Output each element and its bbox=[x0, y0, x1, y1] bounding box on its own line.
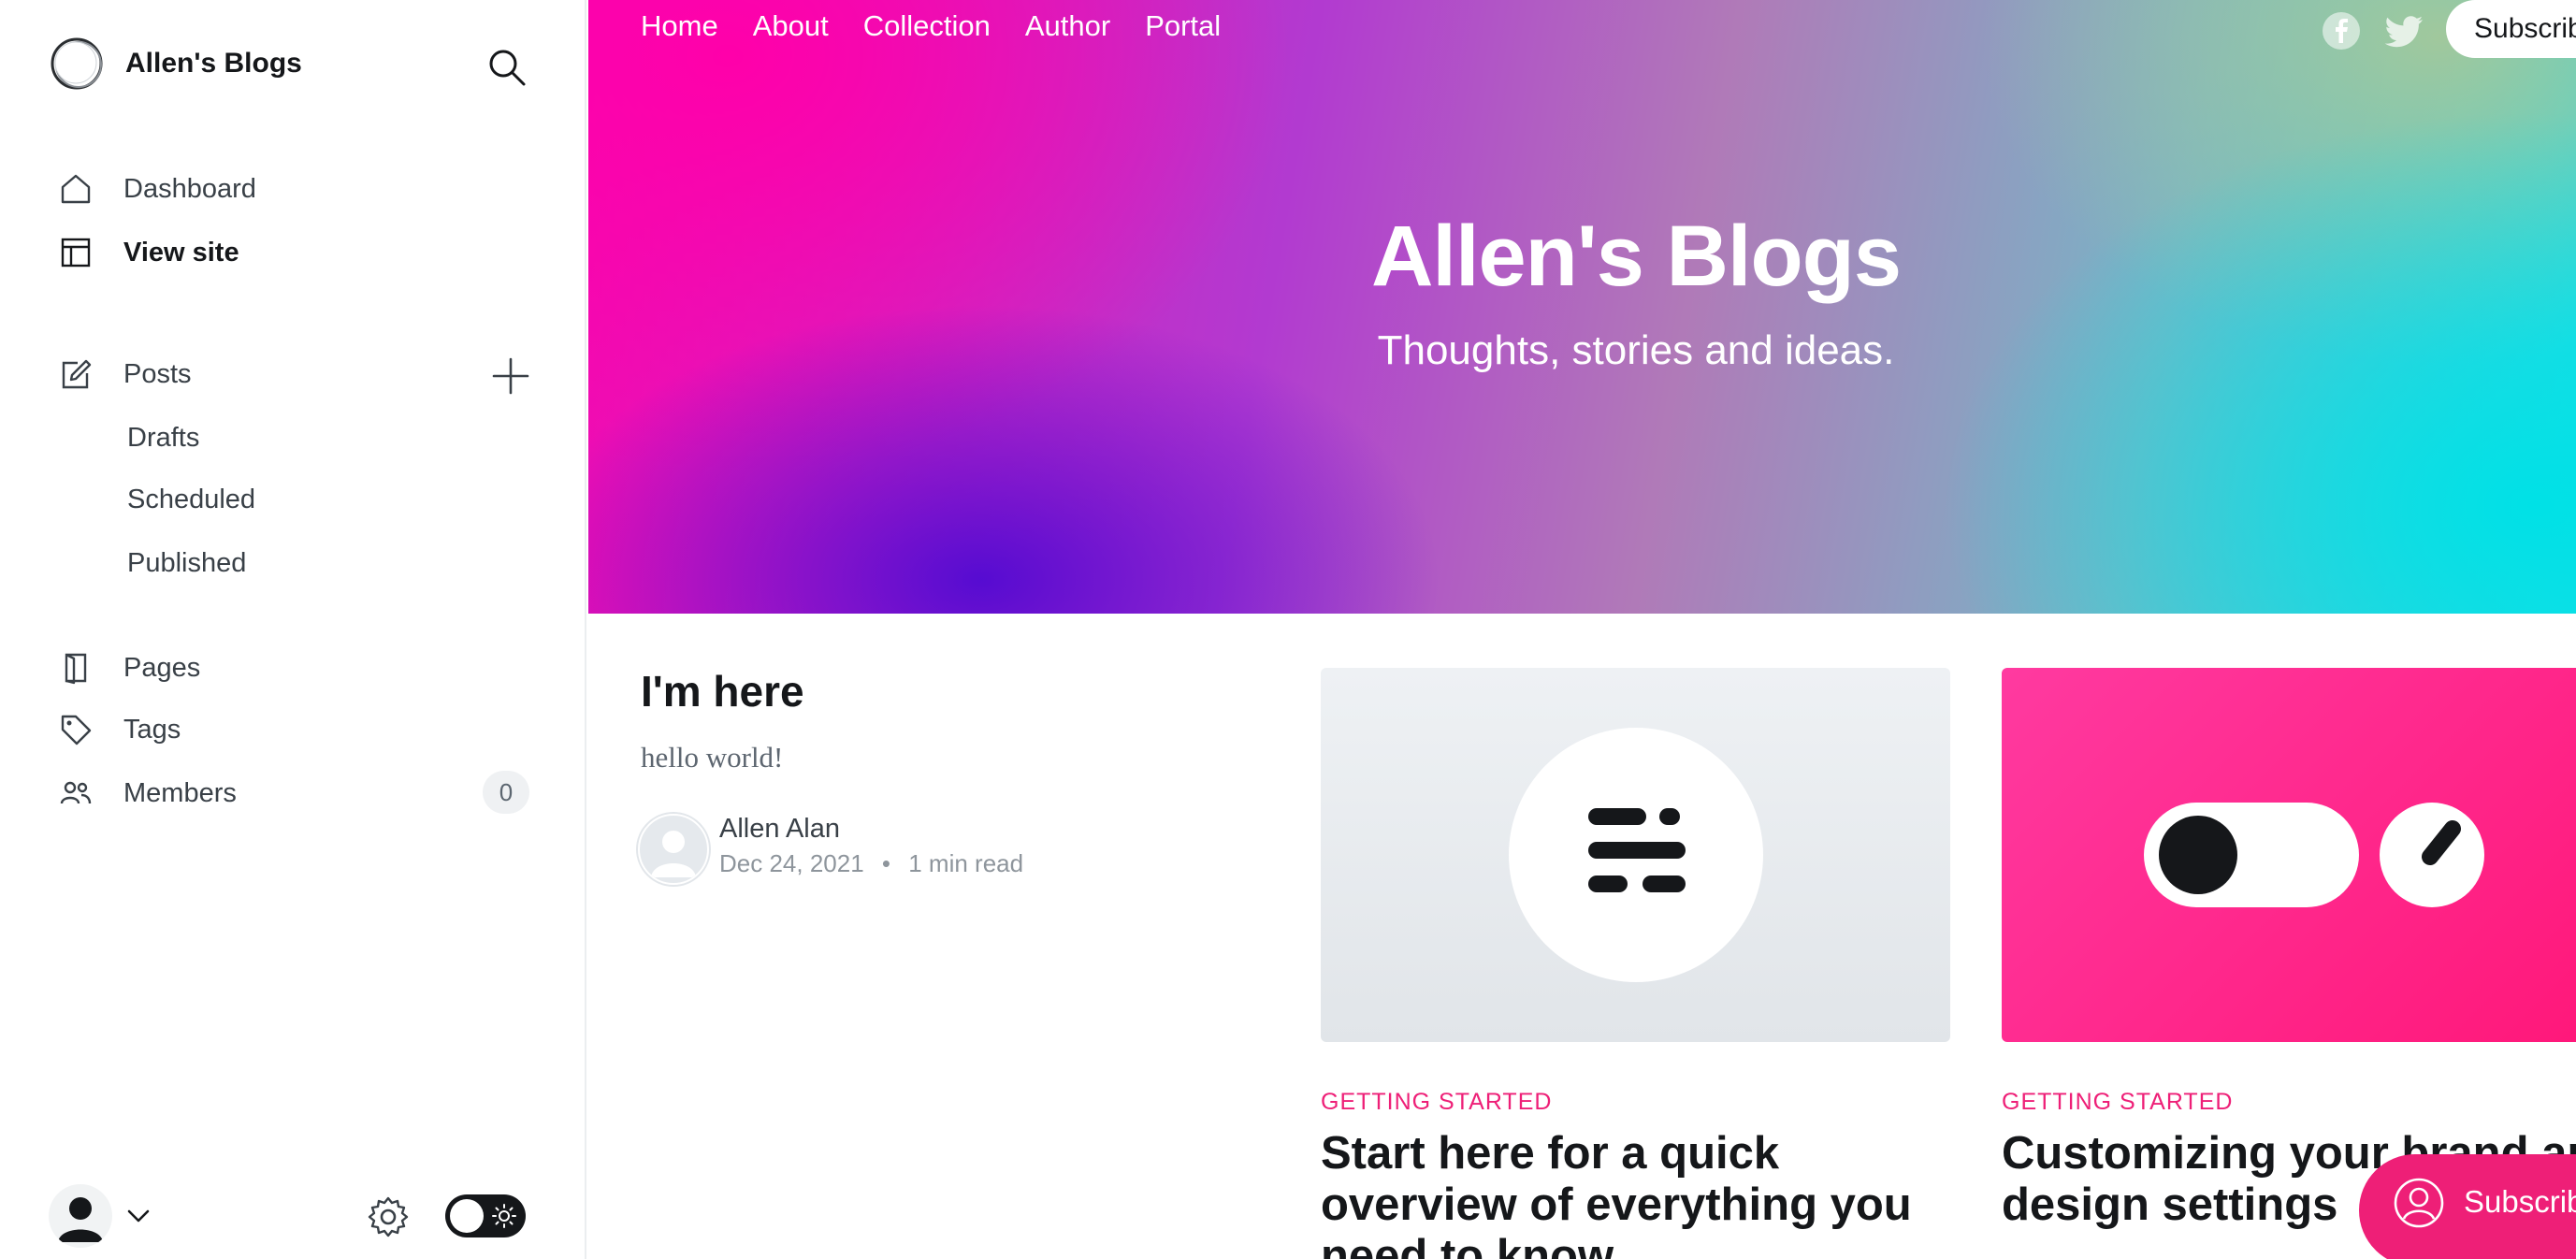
sidebar-item-members[interactable]: Members bbox=[58, 771, 237, 816]
toggle-knob bbox=[450, 1199, 484, 1233]
sidebar-item-dashboard[interactable]: Dashboard bbox=[58, 166, 256, 211]
post-excerpt: hello world! bbox=[641, 741, 784, 774]
chevron-down-icon[interactable] bbox=[123, 1201, 153, 1231]
admin-sidebar: Allen's Blogs Dashboard View site Posts … bbox=[0, 0, 586, 1259]
floating-subscribe-label: Subscribe bbox=[2464, 1184, 2576, 1219]
sidebar-item-pages[interactable]: Pages bbox=[58, 645, 200, 690]
toggle-settings-icon bbox=[2144, 803, 2484, 907]
post-meta: Dec 24, 2021 • 1 min read bbox=[719, 849, 1023, 878]
members-icon bbox=[58, 775, 94, 811]
sidebar-item-label: Dashboard bbox=[123, 173, 256, 204]
user-icon bbox=[58, 1197, 103, 1242]
sidebar-item-label: Posts bbox=[123, 358, 192, 389]
edit-icon bbox=[58, 356, 94, 392]
post-card-image[interactable] bbox=[1321, 668, 1950, 1042]
site-logo-icon bbox=[51, 37, 103, 90]
search-icon[interactable] bbox=[485, 45, 529, 90]
floating-subscribe-button[interactable]: Subscribe bbox=[2359, 1154, 2576, 1259]
sidebar-item-published[interactable]: Published bbox=[127, 543, 246, 584]
user-avatar[interactable] bbox=[49, 1184, 112, 1248]
members-count-badge: 0 bbox=[483, 771, 529, 814]
post-title[interactable]: I'm here bbox=[641, 666, 804, 716]
user-icon bbox=[651, 831, 696, 877]
sidebar-item-view-site[interactable]: View site bbox=[58, 230, 239, 275]
nav-home-link[interactable]: Home bbox=[641, 9, 718, 43]
pages-icon bbox=[58, 650, 94, 686]
post-date: Dec 24, 2021 bbox=[719, 849, 864, 877]
nav-portal-link[interactable]: Portal bbox=[1145, 9, 1221, 43]
nav-about-link[interactable]: About bbox=[753, 9, 829, 43]
theme-toggle[interactable] bbox=[445, 1194, 526, 1237]
hero-banner: Home About Collection Author Portal Subs… bbox=[588, 0, 2576, 614]
hero-title: Allen's Blogs bbox=[1370, 209, 1902, 304]
user-circle-icon bbox=[2394, 1178, 2444, 1228]
sidebar-item-label: Pages bbox=[123, 652, 201, 683]
author-avatar[interactable] bbox=[638, 814, 709, 885]
facebook-icon[interactable] bbox=[2322, 11, 2361, 51]
twitter-icon[interactable] bbox=[2383, 11, 2424, 51]
post-card-image[interactable] bbox=[2002, 668, 2576, 1042]
hero-subtitle: Thoughts, stories and ideas. bbox=[1377, 327, 1895, 373]
tag-icon bbox=[58, 712, 94, 747]
brand[interactable]: Allen's Blogs bbox=[49, 36, 302, 92]
author-name[interactable]: Allen Alan bbox=[719, 814, 840, 845]
layout-icon bbox=[58, 235, 94, 270]
home-icon bbox=[58, 171, 94, 207]
meta-separator: • bbox=[881, 849, 891, 877]
sidebar-item-label: View site bbox=[123, 237, 239, 268]
nav-collection-link[interactable]: Collection bbox=[863, 9, 991, 43]
add-post-icon[interactable] bbox=[488, 354, 533, 398]
sidebar-item-scheduled[interactable]: Scheduled bbox=[127, 479, 255, 520]
post-card-tag[interactable]: GETTING STARTED bbox=[1321, 1089, 1552, 1116]
gear-icon[interactable] bbox=[365, 1194, 412, 1240]
subscribe-button[interactable]: Subscribe bbox=[2446, 0, 2576, 58]
brand-title: Allen's Blogs bbox=[125, 48, 302, 79]
post-card-title[interactable]: Start here for a quick overview of every… bbox=[1321, 1128, 1957, 1259]
ghost-logo-icon bbox=[1509, 728, 1763, 982]
sidebar-item-drafts[interactable]: Drafts bbox=[127, 417, 199, 458]
site-preview: Home About Collection Author Portal Subs… bbox=[588, 0, 2576, 1259]
sidebar-item-tags[interactable]: Tags bbox=[58, 707, 181, 752]
site-nav: Home About Collection Author Portal bbox=[641, 9, 1255, 43]
sidebar-item-label: Members bbox=[123, 777, 237, 808]
sidebar-item-label: Tags bbox=[123, 714, 181, 745]
post-card-tag[interactable]: GETTING STARTED bbox=[2002, 1089, 2233, 1116]
post-read-time: 1 min read bbox=[908, 849, 1024, 877]
sidebar-item-posts[interactable]: Posts bbox=[58, 352, 192, 397]
nav-author-link[interactable]: Author bbox=[1025, 9, 1110, 43]
sun-icon bbox=[492, 1204, 516, 1228]
